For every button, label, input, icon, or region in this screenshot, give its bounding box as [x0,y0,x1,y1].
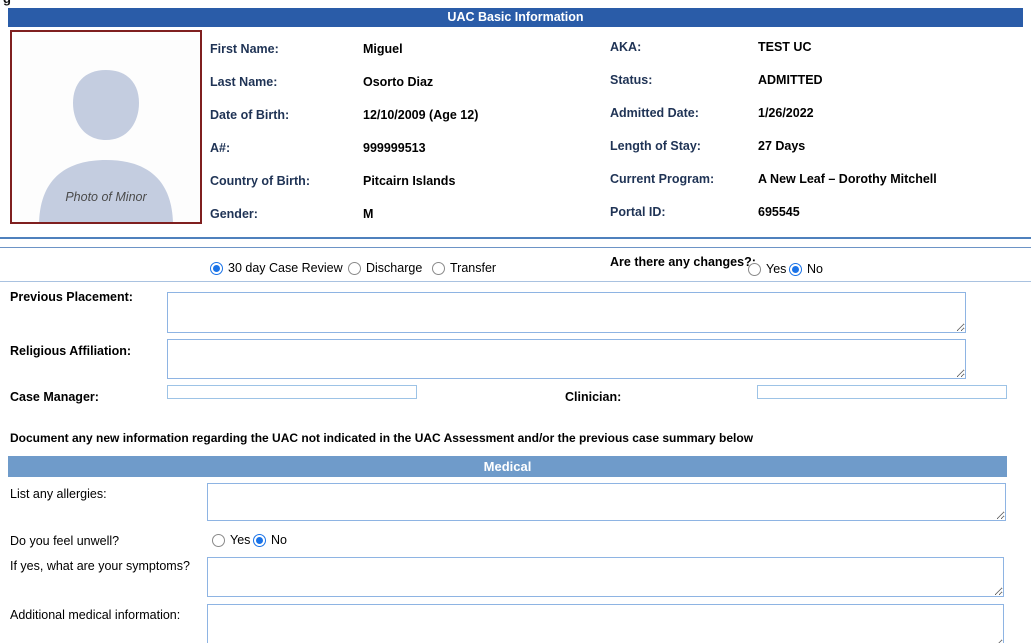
field-row: Length of Stay:27 Days [610,129,1025,162]
additional-medical-textarea[interactable] [207,604,1004,643]
clinician-label: Clinician: [565,390,621,404]
radio-label: 30 day Case Review [228,261,343,275]
radio-unwell-no[interactable]: No [253,533,287,547]
field-value: Miguel [363,42,403,56]
radio-transfer[interactable]: Transfer [432,261,496,275]
field-value: ADMITTED [758,73,823,87]
field-label: Last Name: [210,75,363,89]
radio-label: Yes [766,262,786,276]
field-label: Current Program: [610,172,758,186]
religious-affiliation-label: Religious Affiliation: [10,344,131,358]
radio-discharge[interactable]: Discharge [348,261,422,275]
case-manager-label: Case Manager: [10,390,99,404]
basic-info-right-column: AKA:TEST UC Status:ADMITTED Admitted Dat… [610,30,1025,228]
field-row: Admitted Date:1/26/2022 [610,96,1025,129]
previous-placement-textarea[interactable] [167,292,966,333]
field-value: A New Leaf – Dorothy Mitchell [758,172,937,186]
radio-30-day-case-review[interactable]: 30 day Case Review [210,261,343,275]
radio-button[interactable] [348,262,361,275]
section-divider [0,281,1031,282]
radio-label: No [271,533,287,547]
section-divider [0,247,1031,248]
field-row: Portal ID:695545 [610,195,1025,228]
radio-button[interactable] [432,262,445,275]
field-value: M [363,207,373,221]
field-row: Last Name:Osorto Diaz [210,65,605,98]
radio-button[interactable] [212,534,225,547]
radio-label: Yes [230,533,250,547]
radio-label: Discharge [366,261,422,275]
field-row: First Name:Miguel [210,32,605,65]
field-row: Date of Birth:12/10/2009 (Age 12) [210,98,605,131]
radio-button[interactable] [748,263,761,276]
field-value: 27 Days [758,139,805,153]
radio-changes-yes[interactable]: Yes [748,262,786,276]
radio-unwell-yes[interactable]: Yes [212,533,250,547]
field-label: A#: [210,141,363,155]
clinician-input[interactable] [757,385,1007,399]
allergies-label: List any allergies: [10,487,107,501]
field-value: 1/26/2022 [758,106,814,120]
field-label: AKA: [610,40,758,54]
field-row: A#:999999513 [210,131,605,164]
religious-affiliation-textarea[interactable] [167,339,966,379]
field-value: Osorto Diaz [363,75,433,89]
additional-medical-label: Additional medical information: [10,608,180,622]
unwell-label: Do you feel unwell? [10,534,119,548]
allergies-textarea[interactable] [207,483,1006,521]
field-value: 12/10/2009 (Age 12) [363,108,478,122]
field-value: 999999513 [363,141,426,155]
field-value: Pitcairn Islands [363,174,455,188]
symptoms-textarea[interactable] [207,557,1004,597]
case-review-page: g UAC Basic Information Photo of Minor F… [0,0,1031,643]
symptoms-label: If yes, what are your symptoms? [10,559,190,573]
section-divider [0,237,1031,239]
radio-button[interactable] [253,534,266,547]
minor-photo: Photo of Minor [10,30,202,224]
cropped-text-fragment: g [3,0,11,6]
photo-caption: Photo of Minor [12,190,200,204]
field-label: Portal ID: [610,205,758,219]
field-row: Status:ADMITTED [610,63,1025,96]
case-manager-input[interactable] [167,385,417,399]
field-row: AKA:TEST UC [610,30,1025,63]
field-value: TEST UC [758,40,811,54]
basic-info-header: UAC Basic Information [8,8,1023,27]
field-label: Length of Stay: [610,139,758,153]
field-value: 695545 [758,205,800,219]
field-label: Gender: [210,207,363,221]
field-row: Country of Birth:Pitcairn Islands [210,164,605,197]
field-label: Date of Birth: [210,108,363,122]
field-label: Status: [610,73,758,87]
field-label: First Name: [210,42,363,56]
medical-section-header: Medical [8,456,1007,477]
basic-info-left-column: First Name:Miguel Last Name:Osorto Diaz … [210,32,605,230]
field-row: Current Program:A New Leaf – Dorothy Mit… [610,162,1025,195]
field-label: Admitted Date: [610,106,758,120]
instruction-text: Document any new information regarding t… [10,431,753,445]
radio-button[interactable] [210,262,223,275]
previous-placement-label: Previous Placement: [10,290,133,304]
field-label: Country of Birth: [210,174,363,188]
radio-label: Transfer [450,261,496,275]
changes-question-label: Are there any changes?: [610,255,756,269]
radio-changes-no[interactable]: No [789,262,823,276]
radio-label: No [807,262,823,276]
radio-button[interactable] [789,263,802,276]
field-row: Gender:M [210,197,605,230]
